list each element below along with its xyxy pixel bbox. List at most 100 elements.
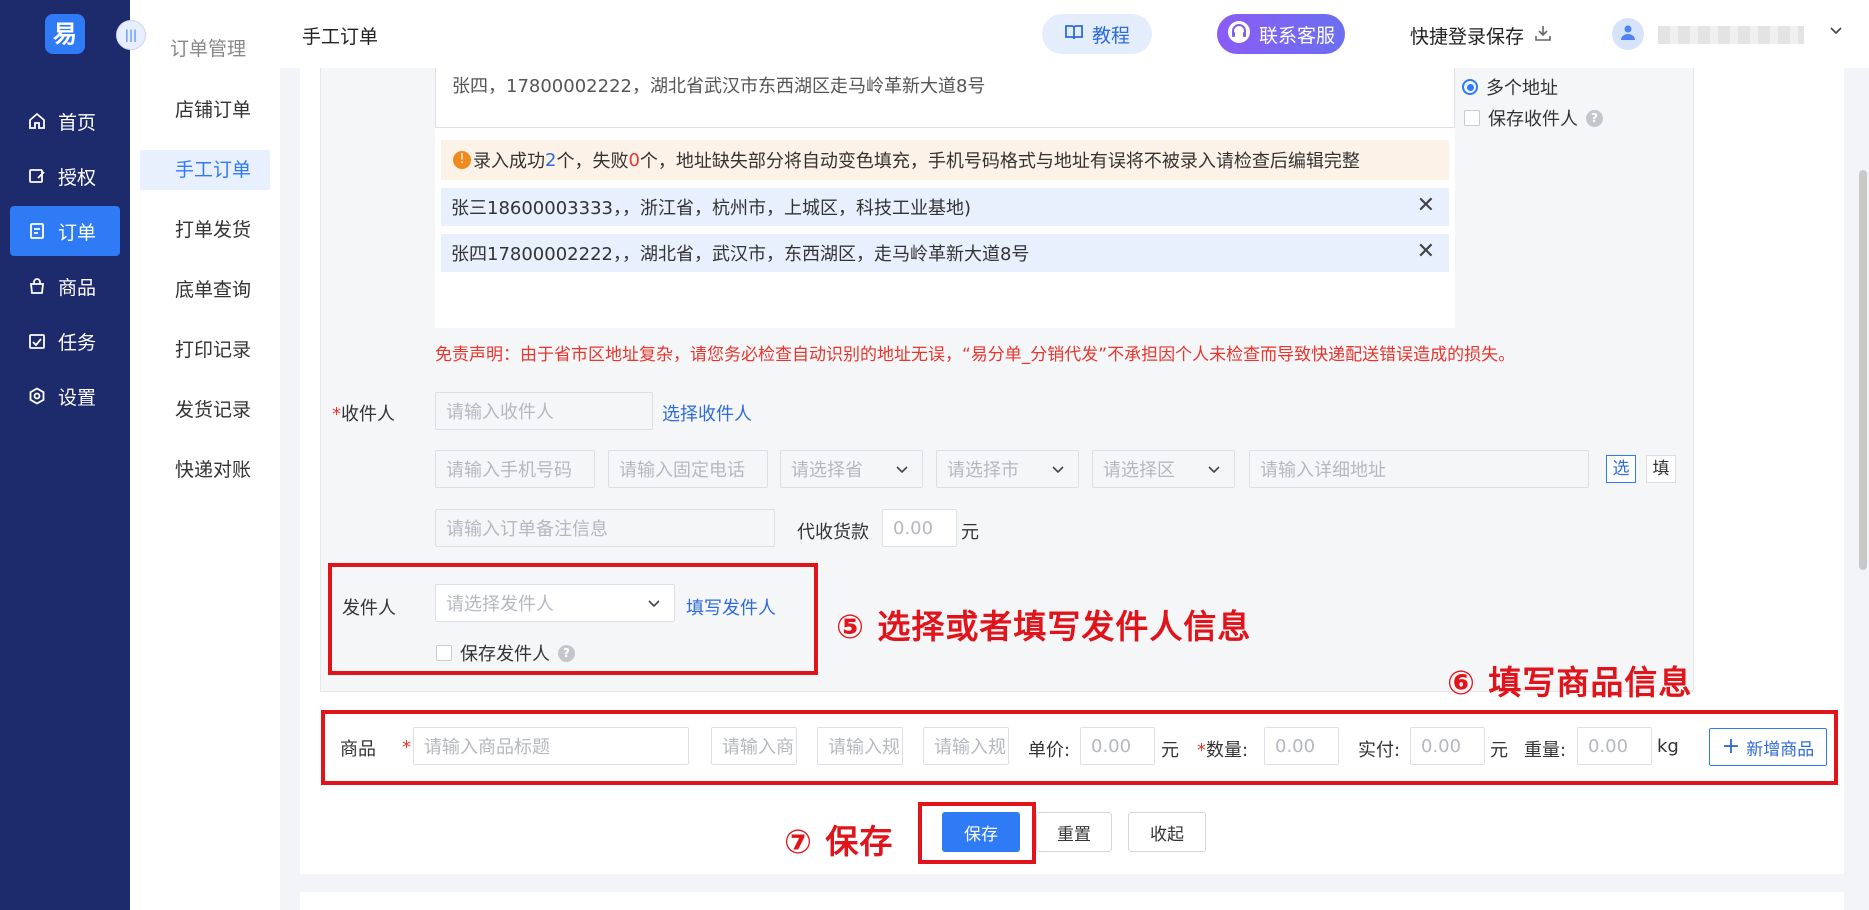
cod-value: 0.00 <box>893 517 934 539</box>
subnav: 订单管理 店铺订单 手工订单 打单发货 底单查询 打印记录 发货记录 快递对账 <box>130 0 280 910</box>
chevron-down-icon[interactable] <box>1828 22 1844 43</box>
nav-item-product[interactable]: 商品 <box>10 261 120 311</box>
recipient-label: *收件人 <box>332 400 395 426</box>
district-select[interactable]: 请选择区 <box>1092 450 1235 488</box>
select-address-button[interactable]: 选 <box>1606 455 1636 483</box>
reset-button[interactable]: 重置 <box>1036 812 1112 852</box>
user-icon <box>1619 23 1637 46</box>
subnav-item-express-reconcile[interactable]: 快递对账 <box>140 450 270 490</box>
select-recipient-link[interactable]: 选择收件人 <box>662 400 752 426</box>
subnav-item-shop-orders[interactable]: 店铺订单 <box>140 90 270 130</box>
save-recipient-checkbox[interactable]: 保存收件人 ? <box>1464 105 1603 131</box>
annotation-step6: ⑥ 填写商品信息 <box>1447 663 1693 702</box>
warning-post: 个，地址缺失部分将自动变色填充，手机号码格式与地址有误将不被录入请检查后编辑完整 <box>639 151 1360 172</box>
quick-login-label: 快捷登录保存 <box>1410 26 1525 48</box>
parsed-address-text: 张三18600003333，，浙江省，杭州市，上城区，科技工业基地) <box>451 198 971 219</box>
nav-item-auth[interactable]: 授权 <box>10 151 120 201</box>
placeholder: 请输入订单备注信息 <box>446 519 608 540</box>
required-mark: * <box>332 404 341 425</box>
subnav-title: 订单管理 <box>170 38 247 60</box>
chevron-down-icon <box>1206 461 1222 482</box>
menu-bars-icon: ||| <box>124 28 138 42</box>
placeholder: 请输入固定电话 <box>619 460 745 481</box>
tutorial-label: 教程 <box>1091 24 1130 47</box>
detail-address-input[interactable]: 请输入详细地址 <box>1249 450 1589 488</box>
nav-item-home[interactable]: 首页 <box>10 96 120 146</box>
auth-icon <box>28 167 46 185</box>
multi-address-label: 多个地址 <box>1486 78 1558 99</box>
tutorial-button[interactable]: 教程 <box>1042 14 1152 54</box>
nav-item-order[interactable]: 订单 <box>10 206 120 256</box>
subnav-item-slip-query[interactable]: 底单查询 <box>140 270 270 310</box>
warning-mid: 个，失败 <box>556 151 629 172</box>
disclaimer-text: 免责声明：由于省市区地址复杂，请您务必检查自动识别的地址无误，“易分单_分销代发… <box>435 345 1516 365</box>
placeholder: 请输入详细地址 <box>1260 460 1386 481</box>
secondary-card <box>300 892 1844 910</box>
placeholder: 请选择省 <box>791 460 863 481</box>
city-select[interactable]: 请选择市 <box>936 450 1079 488</box>
success-count: 2 <box>545 149 557 171</box>
annotation-step7: ⑦ 保存 <box>784 822 894 861</box>
user-avatar[interactable] <box>1612 18 1644 50</box>
username-blurred <box>1658 26 1804 44</box>
nav-item-task[interactable]: 任务 <box>10 316 120 366</box>
quick-login-save[interactable]: 快捷登录保存 <box>1410 22 1552 49</box>
landline-input[interactable]: 请输入固定电话 <box>608 450 768 488</box>
nav-item-label: 商品 <box>58 276 97 299</box>
nav-item-label: 首页 <box>58 111 97 134</box>
subnav-item-manual-orders[interactable]: 手工订单 <box>140 150 270 190</box>
cod-input[interactable]: 0.00 <box>882 509 957 547</box>
chevron-down-icon <box>894 461 910 482</box>
chevron-down-icon <box>1050 461 1066 482</box>
settings-icon <box>28 387 46 405</box>
province-select[interactable]: 请选择省 <box>780 450 923 488</box>
close-icon[interactable]: ✕ <box>1417 195 1435 217</box>
annotation-box-save <box>918 802 1036 864</box>
warning-icon: ! <box>453 151 471 169</box>
address-textarea[interactable]: 张四，17800002222，湖北省武汉市东西湖区走马岭革新大道8号 <box>435 68 1455 128</box>
parsed-address-row: 张三18600003333，，浙江省，杭州市，上城区，科技工业基地) ✕ <box>441 188 1449 226</box>
headset-icon <box>1227 20 1251 49</box>
nav-item-label: 设置 <box>58 386 97 409</box>
sidebar: 易 首页 授权 订单 商品 任务 设置 <box>0 0 130 910</box>
parse-warning-bar: ! 录入成功 2 个，失败 0 个，地址缺失部分将自动变色填充，手机号码格式与地… <box>441 140 1449 180</box>
fill-address-button[interactable]: 填 <box>1646 455 1676 483</box>
page-title: 手工订单 <box>302 26 379 48</box>
subnav-item-ship-records[interactable]: 发货记录 <box>140 390 270 430</box>
nav-item-settings[interactable]: 设置 <box>10 371 120 421</box>
recipient-label-text: 收件人 <box>341 404 395 425</box>
annotation-box-product <box>321 710 1838 785</box>
checkbox-icon <box>1464 110 1480 126</box>
vertical-scrollbar[interactable] <box>1859 170 1867 570</box>
subnav-item-print-records[interactable]: 打印记录 <box>140 330 270 370</box>
contact-service-button[interactable]: 联系客服 <box>1217 14 1345 54</box>
task-icon <box>28 332 46 350</box>
placeholder: 请选择市 <box>947 460 1019 481</box>
multi-address-radio[interactable]: 多个地址 <box>1462 74 1558 100</box>
subnav-item-print-ship[interactable]: 打单发货 <box>140 210 270 250</box>
nav-item-label: 任务 <box>58 331 97 354</box>
close-icon[interactable]: ✕ <box>1417 241 1435 263</box>
nav-item-label: 授权 <box>58 166 97 189</box>
save-recipient-label: 保存收件人 <box>1488 109 1578 130</box>
cod-label: 代收货款 <box>797 522 869 543</box>
annotation-box-sender <box>328 563 818 675</box>
placeholder: 请输入收件人 <box>446 402 554 423</box>
address-textarea-value: 张四，17800002222，湖北省武汉市东西湖区走马岭革新大道8号 <box>452 76 986 97</box>
sidebar-collapse-button[interactable]: ||| <box>116 20 146 50</box>
mobile-input[interactable]: 请输入手机号码 <box>435 450 595 488</box>
collapse-button[interactable]: 收起 <box>1128 812 1206 852</box>
fail-count: 0 <box>628 149 640 171</box>
app-logo: 易 <box>45 14 85 54</box>
home-icon <box>28 112 46 130</box>
recipient-name-input[interactable]: 请输入收件人 <box>435 392 653 430</box>
parsed-address-text: 张四17800002222，，湖北省，武汉市，东西湖区，走马岭革新大道8号 <box>451 244 1030 265</box>
placeholder: 请选择区 <box>1103 460 1175 481</box>
radio-checked-icon <box>1462 79 1478 95</box>
parsed-address-row: 张四17800002222，，湖北省，武汉市，东西湖区，走马岭革新大道8号 ✕ <box>441 234 1449 272</box>
order-remark-input[interactable]: 请输入订单备注信息 <box>435 509 775 547</box>
download-icon <box>1534 24 1552 47</box>
order-icon <box>28 222 46 240</box>
product-icon <box>28 277 46 295</box>
help-icon[interactable]: ? <box>1586 109 1603 127</box>
